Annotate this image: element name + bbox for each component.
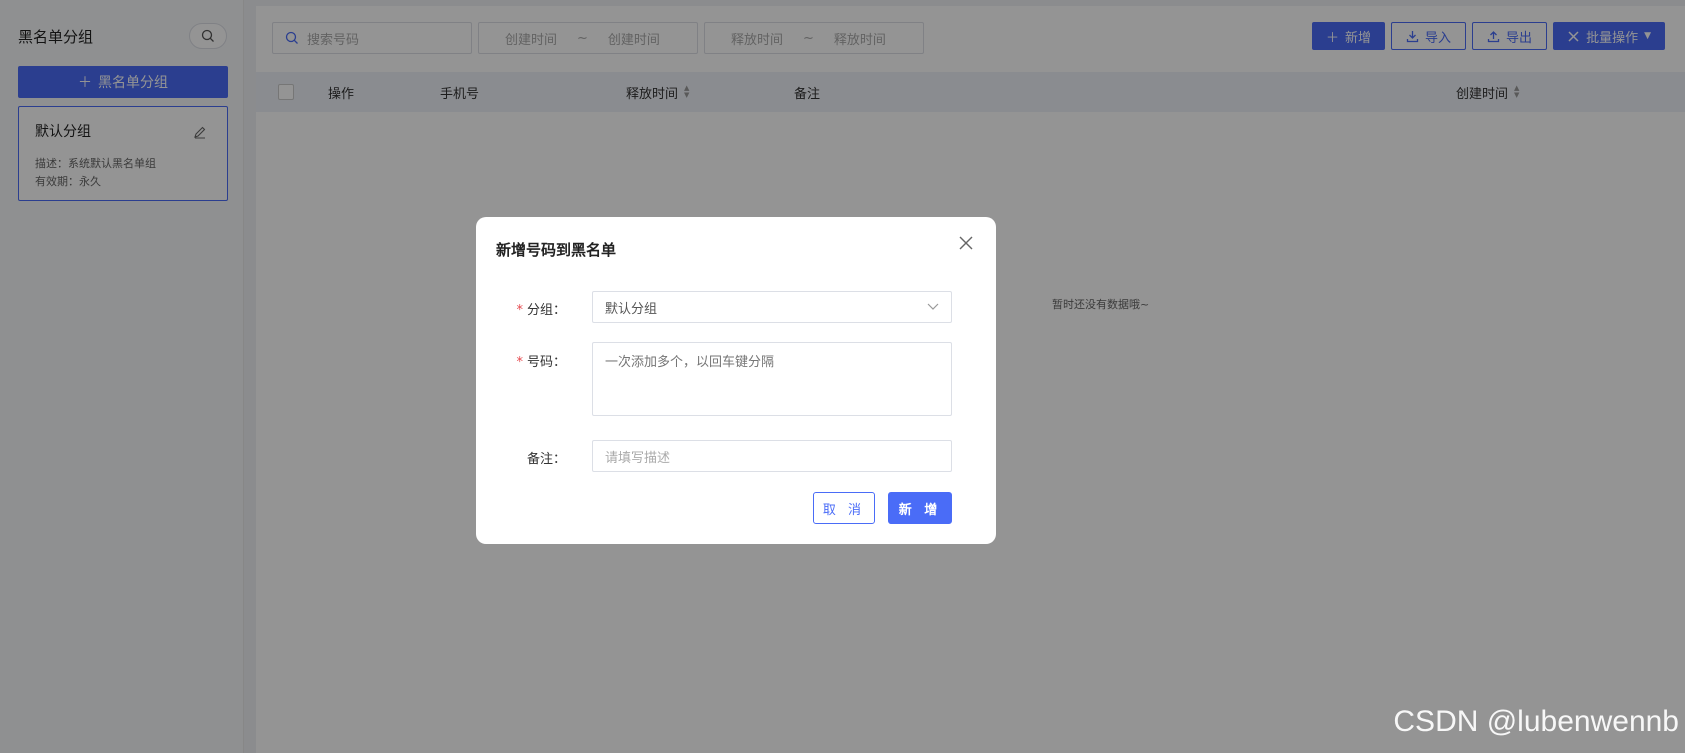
number-textarea[interactable]: [592, 342, 952, 416]
close-icon[interactable]: [958, 235, 976, 253]
required-mark: *: [516, 303, 523, 318]
remark-field-label: 备注：: [526, 452, 566, 467]
group-label-text: 分组：: [526, 303, 566, 318]
group-select[interactable]: 默认分组: [592, 291, 952, 323]
cancel-button[interactable]: 取 消: [813, 492, 875, 524]
number-field-label: * 号码：: [476, 351, 566, 370]
group-field-label: * 分组：: [476, 299, 566, 318]
group-select-value: 默认分组: [605, 301, 658, 317]
number-label-text: 号码：: [526, 355, 566, 370]
modal-title: 新增号码到黑名单: [496, 241, 617, 259]
submit-button[interactable]: 新 增: [888, 492, 952, 524]
remark-placeholder: 请填写描述: [605, 450, 671, 466]
watermark: CSDN @lubenwennb: [1393, 705, 1679, 738]
required-mark: *: [516, 355, 523, 370]
chevron-down-icon: [927, 303, 939, 310]
remark-input[interactable]: 请填写描述: [592, 440, 952, 472]
add-blacklist-modal: 新增号码到黑名单 *分组： 默认分组 *号码： 备注： 请填写描述 取 消 新 …: [476, 217, 996, 544]
